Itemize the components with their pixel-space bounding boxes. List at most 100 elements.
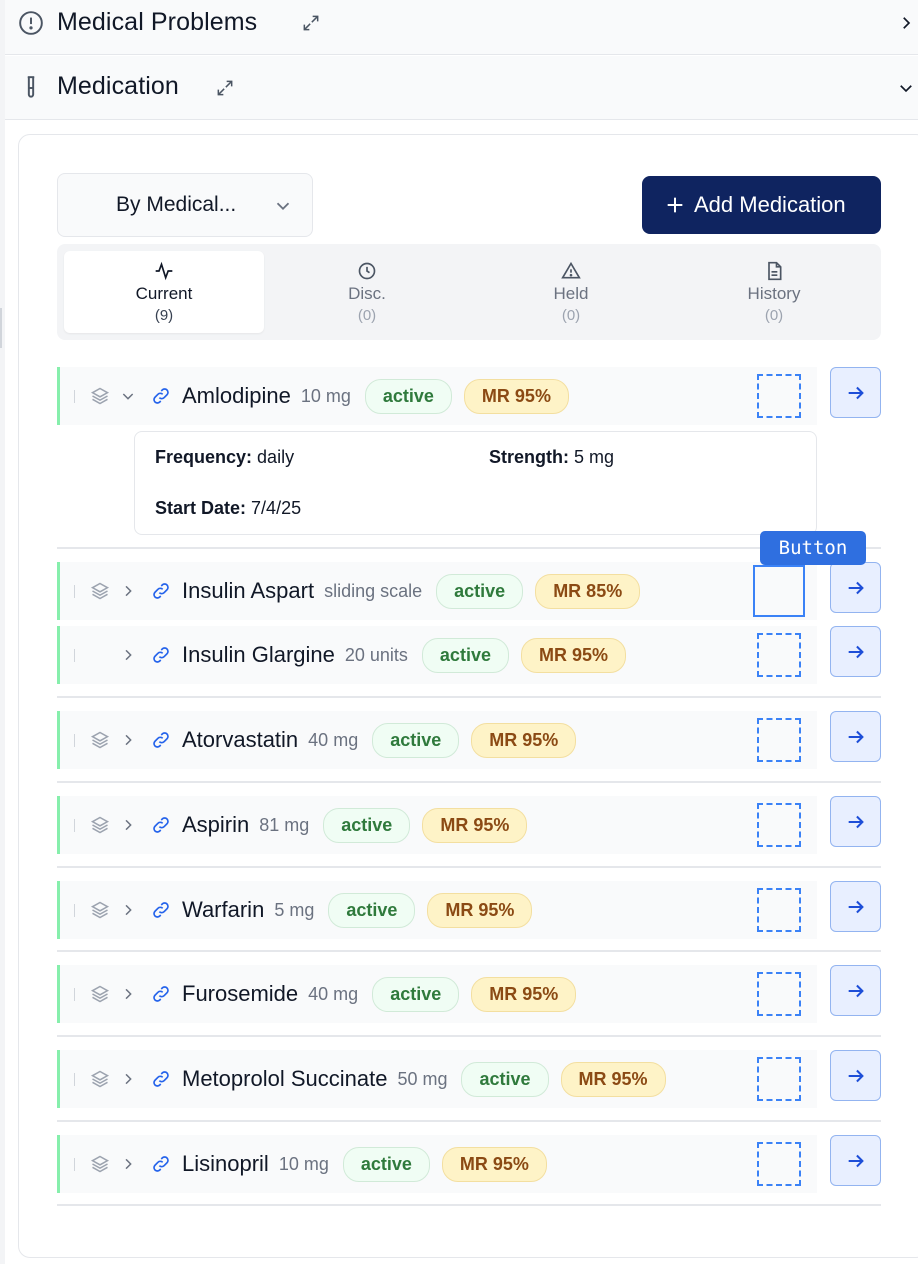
tab-count: (9)	[154, 307, 174, 324]
select-box[interactable]	[757, 888, 801, 932]
strength-detail: Strength: 5 mg	[489, 447, 614, 468]
chevron-right-icon[interactable]	[120, 647, 136, 663]
link-icon[interactable]	[151, 386, 171, 406]
layers-icon[interactable]	[90, 815, 110, 835]
link-icon[interactable]	[151, 984, 171, 1004]
medication-row[interactable]: Furosemide 40 mg active MR 95%	[57, 965, 817, 1023]
medication-dose: 40 mg	[308, 983, 359, 1004]
status-badge: active	[421, 637, 509, 673]
open-medication-button[interactable]	[830, 796, 881, 847]
medical-problems-header[interactable]: Medical Problems	[5, 0, 918, 55]
link-icon[interactable]	[151, 815, 171, 835]
medication-info: Amlodipine 10 mg active MR 95%	[182, 378, 569, 414]
group-by-select[interactable]: By Medical...	[57, 173, 313, 237]
medication-row[interactable]: Insulin Aspart sliding scale active MR 8…	[57, 562, 817, 620]
medication-header[interactable]: Medication	[5, 56, 918, 120]
tab-label: Held	[553, 284, 589, 303]
chevron-right-icon[interactable]	[120, 732, 136, 748]
link-icon[interactable]	[151, 645, 171, 665]
medication-row[interactable]: Lisinopril 10 mg active MR 95%	[57, 1135, 817, 1193]
add-medication-button[interactable]: Add Medication	[642, 176, 881, 234]
layers-icon[interactable]	[90, 386, 110, 406]
warning-icon	[561, 261, 581, 281]
medication-info: Aspirin 81 mg active MR 95%	[182, 807, 528, 843]
chevron-right-icon[interactable]	[120, 902, 136, 918]
frequency-value: daily	[257, 447, 295, 467]
expand-icon[interactable]	[300, 12, 322, 34]
chevron-right-icon[interactable]	[120, 986, 136, 1002]
medication-name: Aspirin	[182, 812, 250, 837]
medication-row[interactable]: Aspirin 81 mg active MR 95%	[57, 796, 817, 854]
link-icon[interactable]	[151, 581, 171, 601]
layers-icon[interactable]	[90, 730, 110, 750]
status-badge: active	[372, 722, 460, 758]
chevron-down-icon[interactable]	[896, 78, 916, 98]
match-badge: MR 95%	[463, 378, 569, 414]
medication-row[interactable]: Insulin Glargine 20 units active MR 95%	[57, 626, 817, 684]
open-medication-button[interactable]	[830, 367, 881, 418]
chevron-right-icon[interactable]	[120, 1156, 136, 1172]
status-badge: active	[436, 573, 524, 609]
match-badge: MR 95%	[560, 1061, 666, 1097]
tab-label: Disc.	[348, 284, 386, 303]
button-tooltip: Button	[760, 531, 866, 565]
select-box[interactable]	[757, 633, 801, 677]
medication-dose: 20 units	[344, 644, 408, 665]
medication-info: Metoprolol Succinate 50 mg active MR 95%	[182, 1061, 666, 1097]
open-medication-button[interactable]	[830, 965, 881, 1016]
open-medication-button[interactable]	[830, 1050, 881, 1101]
open-medication-button[interactable]	[830, 881, 881, 932]
link-icon[interactable]	[151, 730, 171, 750]
row-divider	[74, 988, 75, 1001]
expand-icon[interactable]	[214, 77, 236, 99]
row-separator	[57, 866, 881, 868]
medication-name: Metoprolol Succinate	[182, 1066, 388, 1091]
status-badge: active	[364, 378, 452, 414]
link-icon[interactable]	[151, 1154, 171, 1174]
medication-dose: 5 mg	[274, 899, 315, 920]
resize-handle[interactable]	[0, 308, 2, 348]
match-badge: MR 95%	[441, 1146, 547, 1182]
select-box[interactable]	[757, 972, 801, 1016]
layers-icon[interactable]	[90, 900, 110, 920]
chevron-down-icon[interactable]	[120, 388, 136, 404]
open-medication-button[interactable]	[830, 711, 881, 762]
medication-row[interactable]: Atorvastatin 40 mg active MR 95%	[57, 711, 817, 769]
medication-row[interactable]: Amlodipine 10 mg active MR 95%	[57, 367, 817, 425]
select-box[interactable]	[753, 565, 805, 617]
medication-info: Insulin Glargine 20 units active MR 95%	[182, 637, 626, 673]
open-medication-button[interactable]	[830, 1135, 881, 1186]
select-box[interactable]	[757, 1142, 801, 1186]
layers-icon[interactable]	[90, 1069, 110, 1089]
select-box[interactable]	[757, 718, 801, 762]
select-box[interactable]	[757, 1057, 801, 1101]
medication-row[interactable]: Metoprolol Succinate 50 mg active MR 95%	[57, 1050, 817, 1108]
link-icon[interactable]	[151, 900, 171, 920]
open-medication-button[interactable]	[830, 562, 881, 613]
open-medication-button[interactable]	[830, 626, 881, 677]
row-divider	[74, 819, 75, 832]
test-tube-icon	[18, 75, 44, 101]
page-edge	[0, 0, 5, 1264]
medication-row[interactable]: Warfarin 5 mg active MR 95%	[57, 881, 817, 939]
medication-info: Lisinopril 10 mg active MR 95%	[182, 1146, 547, 1182]
chevron-right-icon[interactable]	[896, 13, 916, 33]
select-box[interactable]	[757, 374, 801, 418]
layers-icon[interactable]	[90, 1154, 110, 1174]
layers-icon[interactable]	[90, 581, 110, 601]
medication-name: Insulin Aspart	[182, 578, 315, 603]
layers-icon[interactable]	[90, 984, 110, 1004]
tab-held[interactable]: Held (0)	[471, 251, 671, 333]
medication-name: Lisinopril	[182, 1151, 269, 1176]
match-badge: MR 95%	[520, 637, 626, 673]
tab-current[interactable]: Current (9)	[64, 251, 264, 333]
chevron-right-icon[interactable]	[120, 817, 136, 833]
clock-icon	[357, 261, 377, 281]
tab-discontinued[interactable]: Disc. (0)	[267, 251, 467, 333]
select-box[interactable]	[757, 803, 801, 847]
medication-name: Amlodipine	[182, 383, 291, 408]
chevron-right-icon[interactable]	[120, 1071, 136, 1087]
link-icon[interactable]	[151, 1069, 171, 1089]
tab-history[interactable]: History (0)	[674, 251, 874, 333]
chevron-right-icon[interactable]	[120, 583, 136, 599]
